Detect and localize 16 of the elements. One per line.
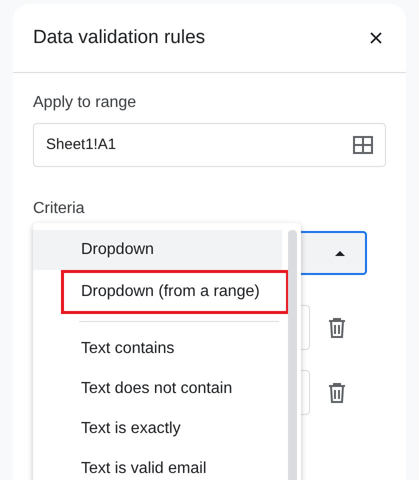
menu-item[interactable]: Text is exactly [33, 409, 282, 449]
menu-item[interactable]: Dropdown (from a range) [61, 270, 289, 314]
panel-title: Data validation rules [33, 26, 206, 50]
menu-item[interactable]: Dropdown [33, 230, 282, 270]
close-icon[interactable] [370, 32, 382, 44]
criteria-label: Criteria [33, 199, 86, 219]
grid-icon[interactable] [353, 136, 373, 154]
scrollbar-icon[interactable] [288, 230, 297, 480]
range-label: Apply to range [33, 93, 138, 113]
range-field[interactable]: Sheet1!A1 [33, 123, 386, 167]
delete-icon[interactable] [328, 382, 346, 402]
menu-item[interactable]: Text is valid email [33, 449, 282, 480]
delete-icon[interactable] [328, 318, 346, 338]
caret-icon [335, 250, 345, 256]
menu-item[interactable]: Text contains [33, 329, 282, 369]
menu-item[interactable]: Text does not contain [33, 369, 282, 409]
